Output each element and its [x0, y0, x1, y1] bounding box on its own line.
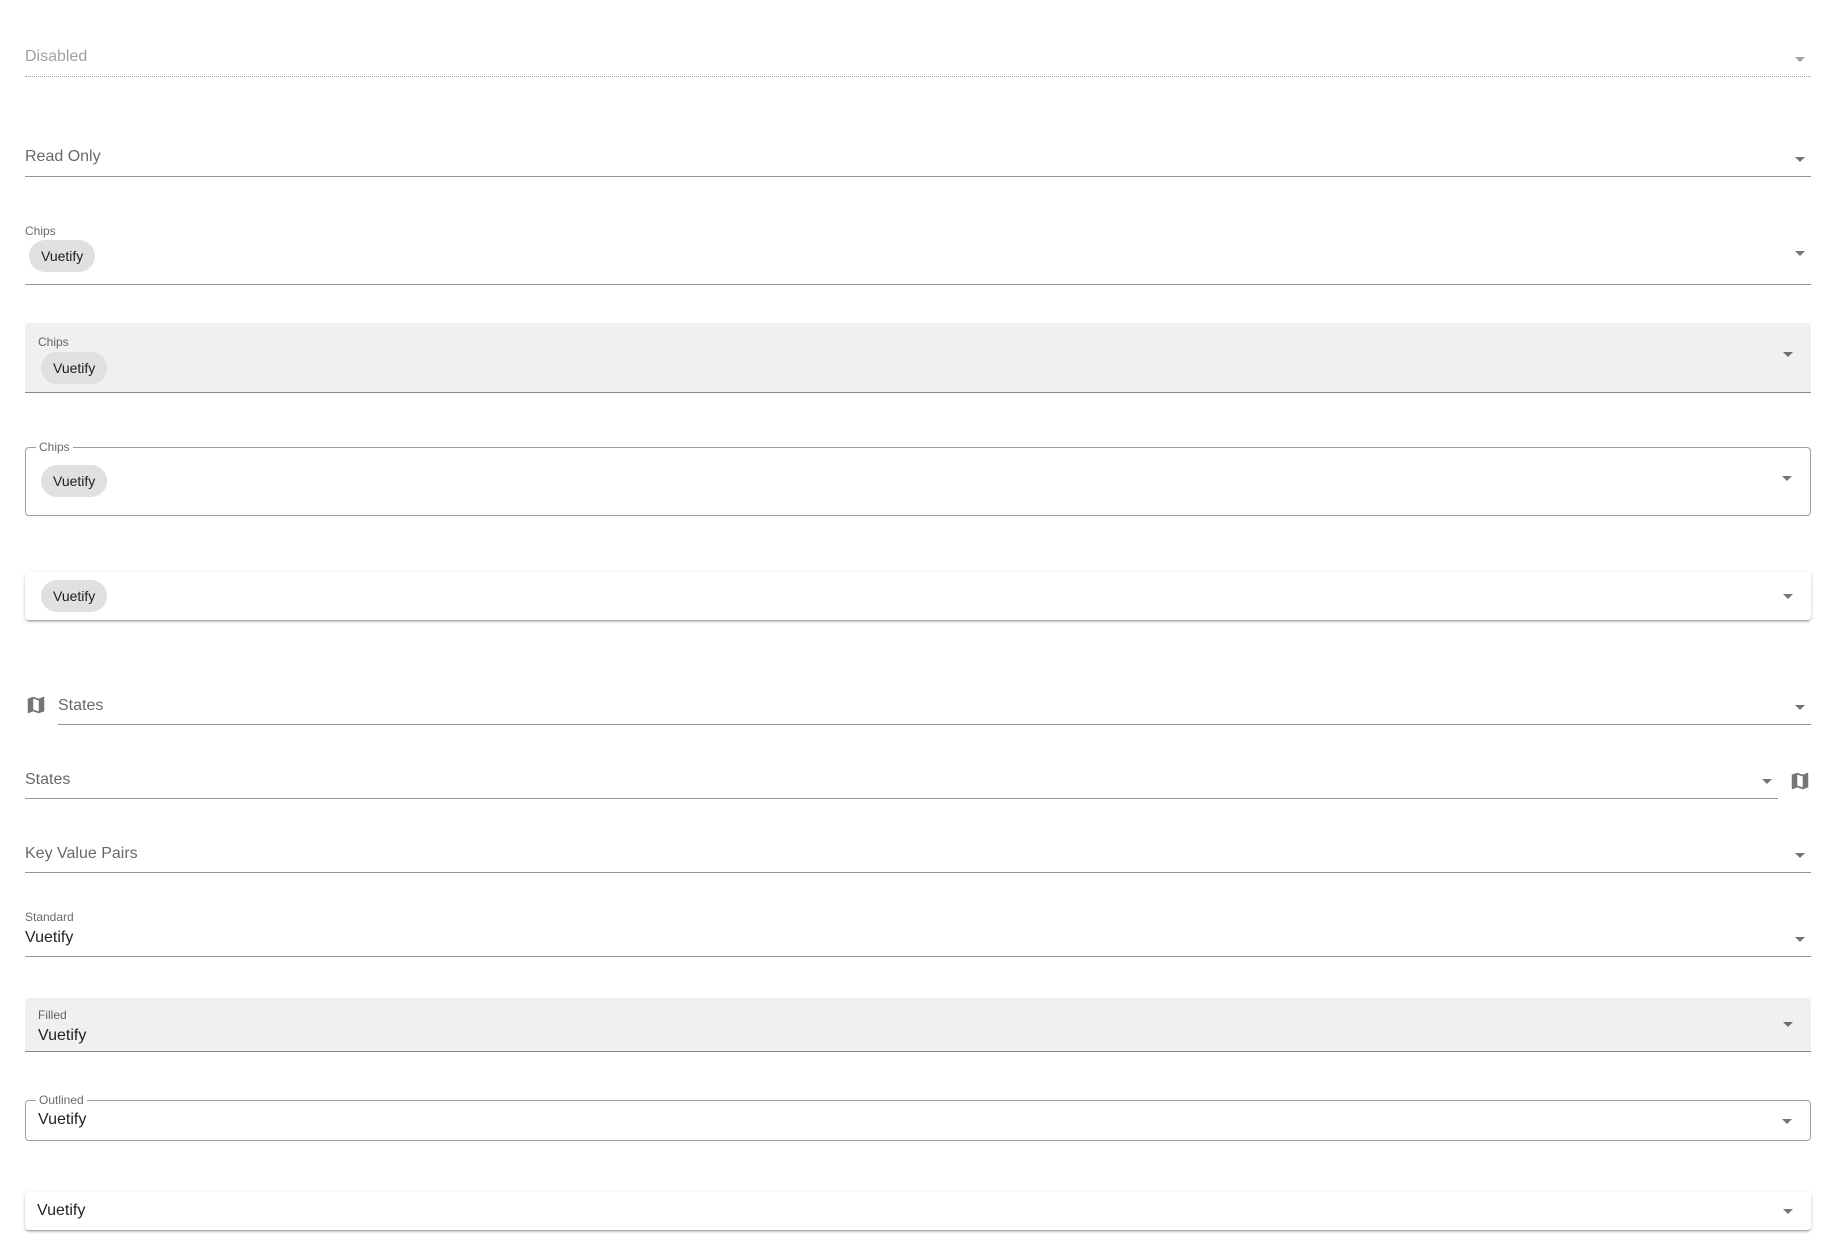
chip-vuetify[interactable]: Vuetify	[41, 352, 108, 384]
outlined-select[interactable]: Outlined Vuetify	[25, 1093, 1811, 1141]
key-value-underline	[25, 872, 1811, 873]
read-only-underline	[25, 176, 1811, 177]
chip-vuetify[interactable]: Vuetify	[29, 240, 96, 272]
standard-underline	[25, 956, 1811, 957]
menu-down-icon	[1783, 352, 1793, 357]
disabled-underline	[25, 76, 1811, 77]
disabled-select: Disabled	[25, 40, 1811, 77]
states-append-label: States	[25, 771, 71, 788]
outlined-label: Outlined	[36, 1093, 87, 1107]
menu-down-icon	[1783, 1022, 1793, 1027]
map-icon	[27, 696, 45, 714]
read-only-select-label: Read Only	[25, 148, 101, 165]
menu-down-icon	[1795, 57, 1805, 62]
map-icon[interactable]	[1789, 770, 1811, 792]
disabled-select-label: Disabled	[25, 48, 88, 65]
menu-down-icon	[1795, 251, 1805, 256]
menu-down-icon	[1795, 937, 1805, 942]
filled-select[interactable]: Filled Vuetify	[25, 998, 1811, 1052]
menu-down-icon	[1783, 1209, 1793, 1214]
states-prepend-select[interactable]: States	[25, 690, 1811, 725]
filled-label: Filled	[38, 1008, 67, 1022]
chips-solo-select[interactable]: Vuetify	[25, 572, 1811, 620]
key-value-label: Key Value Pairs	[25, 845, 138, 862]
states-prepend-label: States	[58, 697, 104, 714]
chips-filled-label: Chips	[38, 335, 69, 349]
outlined-value: Vuetify	[38, 1111, 87, 1128]
standard-value: Vuetify	[25, 929, 74, 946]
chips-standard-underline	[25, 284, 1811, 285]
chips-standard-label: Chips	[25, 224, 56, 238]
menu-down-icon	[1795, 157, 1805, 162]
standard-select[interactable]: Standard Vuetify	[25, 910, 1811, 957]
chip-vuetify[interactable]: Vuetify	[41, 580, 108, 612]
chips-outlined-label: Chips	[36, 440, 73, 454]
chip-vuetify[interactable]: Vuetify	[41, 465, 108, 497]
solo-select[interactable]: Vuetify	[25, 1192, 1811, 1230]
standard-label: Standard	[25, 910, 74, 924]
menu-down-icon	[1782, 1119, 1792, 1124]
states-append-select[interactable]: States	[25, 764, 1811, 799]
states-append-underline	[25, 798, 1778, 799]
chips-filled-select[interactable]: Chips Vuetify	[25, 323, 1811, 393]
menu-down-icon	[1762, 779, 1772, 784]
menu-down-icon	[1795, 853, 1805, 858]
chips-standard-select[interactable]: Chips Vuetify	[25, 224, 1811, 285]
solo-value: Vuetify	[37, 1202, 86, 1219]
read-only-select[interactable]: Read Only	[25, 140, 1811, 177]
key-value-select[interactable]: Key Value Pairs	[25, 838, 1811, 873]
menu-down-icon	[1783, 594, 1793, 599]
chips-outlined-select[interactable]: Chips Vuetify	[25, 440, 1811, 516]
filled-value: Vuetify	[38, 1027, 87, 1044]
menu-down-icon	[1795, 705, 1805, 710]
states-prepend-underline	[58, 724, 1811, 725]
menu-down-icon	[1782, 476, 1792, 481]
